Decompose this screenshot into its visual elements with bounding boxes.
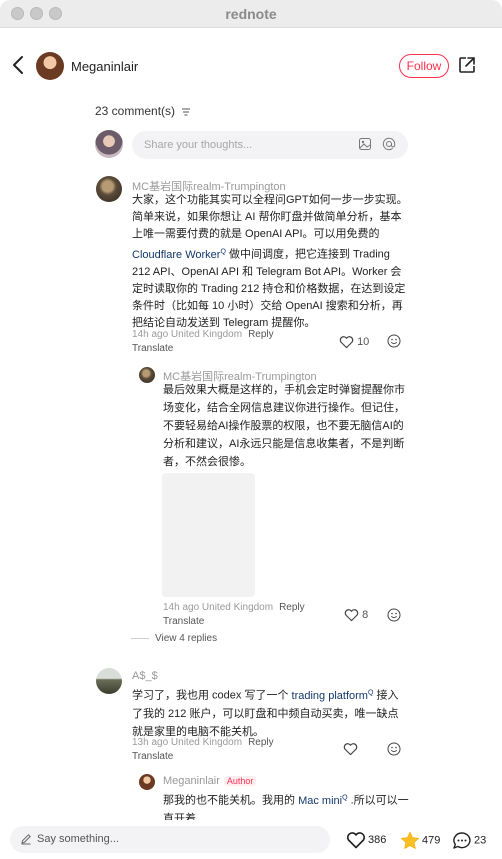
comment-time: 14h ago United Kingdom — [163, 602, 274, 613]
comment-text-part: 学习了，我也用 codex 写了一个 — [132, 689, 292, 702]
author-username[interactable]: Meganinlair — [71, 59, 138, 74]
reply-button[interactable]: Reply — [248, 329, 274, 340]
comment-author-name[interactable]: Meganinlair — [163, 775, 220, 787]
say-something-input[interactable]: Say something... — [10, 826, 330, 853]
comments-count: 23 comment(s) — [95, 104, 191, 118]
pencil-icon — [21, 834, 31, 845]
commenter-avatar[interactable] — [139, 774, 155, 790]
divider-line — [131, 637, 149, 639]
emoji-reaction-icon[interactable] — [387, 742, 401, 756]
share-icon[interactable] — [458, 56, 476, 74]
comment-author[interactable]: A$_$ — [132, 670, 158, 682]
bottom-action-bar: Say something... 386 479 23 — [0, 820, 502, 859]
author-avatar[interactable] — [36, 52, 64, 80]
comment-text-part: 那我的也不能关机。我用的 — [163, 794, 299, 807]
comment-meta: 13h ago United Kingdom Reply — [132, 737, 274, 748]
share-thoughts-input[interactable]: Share your thoughts... — [132, 131, 408, 159]
post-collect-button[interactable]: 479 — [400, 831, 440, 850]
comment-author: Meganinlair Author — [163, 775, 257, 787]
heart-icon — [344, 609, 359, 622]
post-like-count: 386 — [368, 833, 387, 846]
reply-button[interactable]: Reply — [248, 737, 274, 748]
image-icon[interactable] — [358, 137, 372, 151]
translate-button[interactable]: Translate — [163, 616, 204, 627]
commenter-avatar[interactable] — [139, 367, 155, 383]
comment-time: 14h ago United Kingdom — [132, 329, 243, 340]
view-replies-button[interactable]: View 4 replies — [131, 633, 217, 644]
comment-like-button[interactable]: 10 — [339, 335, 369, 349]
comment-link-text[interactable]: trading platform — [292, 690, 368, 702]
comment-like-button[interactable]: 8 — [344, 608, 368, 622]
comments-count-label: 23 comment(s) — [95, 104, 176, 118]
heart-icon[interactable] — [343, 742, 358, 756]
comment-text: 最后效果大概是这样的，手机会定时弹窗提醒你市场变化，结合全网信息建议你进行操作。… — [163, 384, 405, 468]
comment-text-part: 大家，这个功能其实可以全程问GPT如何一步一步实现。简单来说，如果你想让 AI … — [132, 194, 408, 240]
comment-meta: 14h ago United Kingdom Reply — [132, 329, 274, 340]
heart-icon — [346, 832, 366, 849]
commenter-avatar[interactable] — [96, 668, 122, 694]
translate-button[interactable]: Translate — [132, 751, 173, 762]
view-replies-label[interactable]: View 4 replies — [155, 633, 217, 644]
post-header: Meganinlair Follow — [0, 40, 502, 92]
commenter-avatar[interactable] — [96, 176, 122, 202]
comment-bubble-icon — [453, 832, 471, 849]
comment-text: 学习了，我也用 codex 写了一个 trading platformQ 接入了… — [132, 684, 408, 741]
window-title: rednote — [225, 6, 277, 22]
comment-meta: 14h ago United Kingdom Reply — [163, 602, 305, 613]
translate-button[interactable]: Translate — [132, 343, 173, 354]
star-icon — [401, 831, 419, 849]
share-thoughts-placeholder: Share your thoughts... — [144, 139, 253, 151]
say-something-placeholder: Say something... — [37, 833, 119, 845]
comment-link[interactable]: trading platformQ — [292, 689, 374, 702]
mention-icon[interactable] — [382, 137, 396, 151]
current-user-avatar — [95, 130, 123, 158]
comment-link-text[interactable]: Cloudflare Worker — [132, 249, 220, 261]
post-comment-button[interactable]: 23 — [452, 831, 486, 850]
comment-link[interactable]: Mac miniQ — [298, 794, 347, 807]
back-icon[interactable] — [10, 54, 28, 76]
sort-icon[interactable] — [181, 108, 191, 116]
comment-text: 大家，这个功能其实可以全程问GPT如何一步一步实现。简单来说，如果你想让 AI … — [132, 192, 408, 332]
reply-button[interactable]: Reply — [279, 602, 305, 613]
comment-like-count: 8 — [362, 608, 369, 621]
emoji-reaction-icon[interactable] — [387, 608, 401, 622]
author-badge: Author — [223, 776, 257, 786]
comment-time: 13h ago United Kingdom — [132, 737, 243, 748]
post-like-button[interactable]: 386 — [346, 831, 386, 849]
comment-image[interactable] — [162, 473, 255, 597]
emoji-reaction-icon[interactable] — [387, 334, 401, 348]
comment-text: 那我的也不能关机。我用的 Mac miniQ .所以可以一直开着 — [163, 789, 410, 820]
comment-like-count: 10 — [357, 335, 370, 348]
heart-icon — [339, 336, 354, 349]
post-comment-count: 23 — [474, 834, 487, 847]
comment-link-text[interactable]: Mac mini — [298, 795, 342, 807]
follow-button[interactable]: Follow — [399, 54, 449, 78]
post-star-count: 479 — [422, 834, 441, 847]
window-titlebar: rednote — [0, 0, 502, 28]
comment-link[interactable]: Cloudflare WorkerQ — [132, 248, 226, 261]
